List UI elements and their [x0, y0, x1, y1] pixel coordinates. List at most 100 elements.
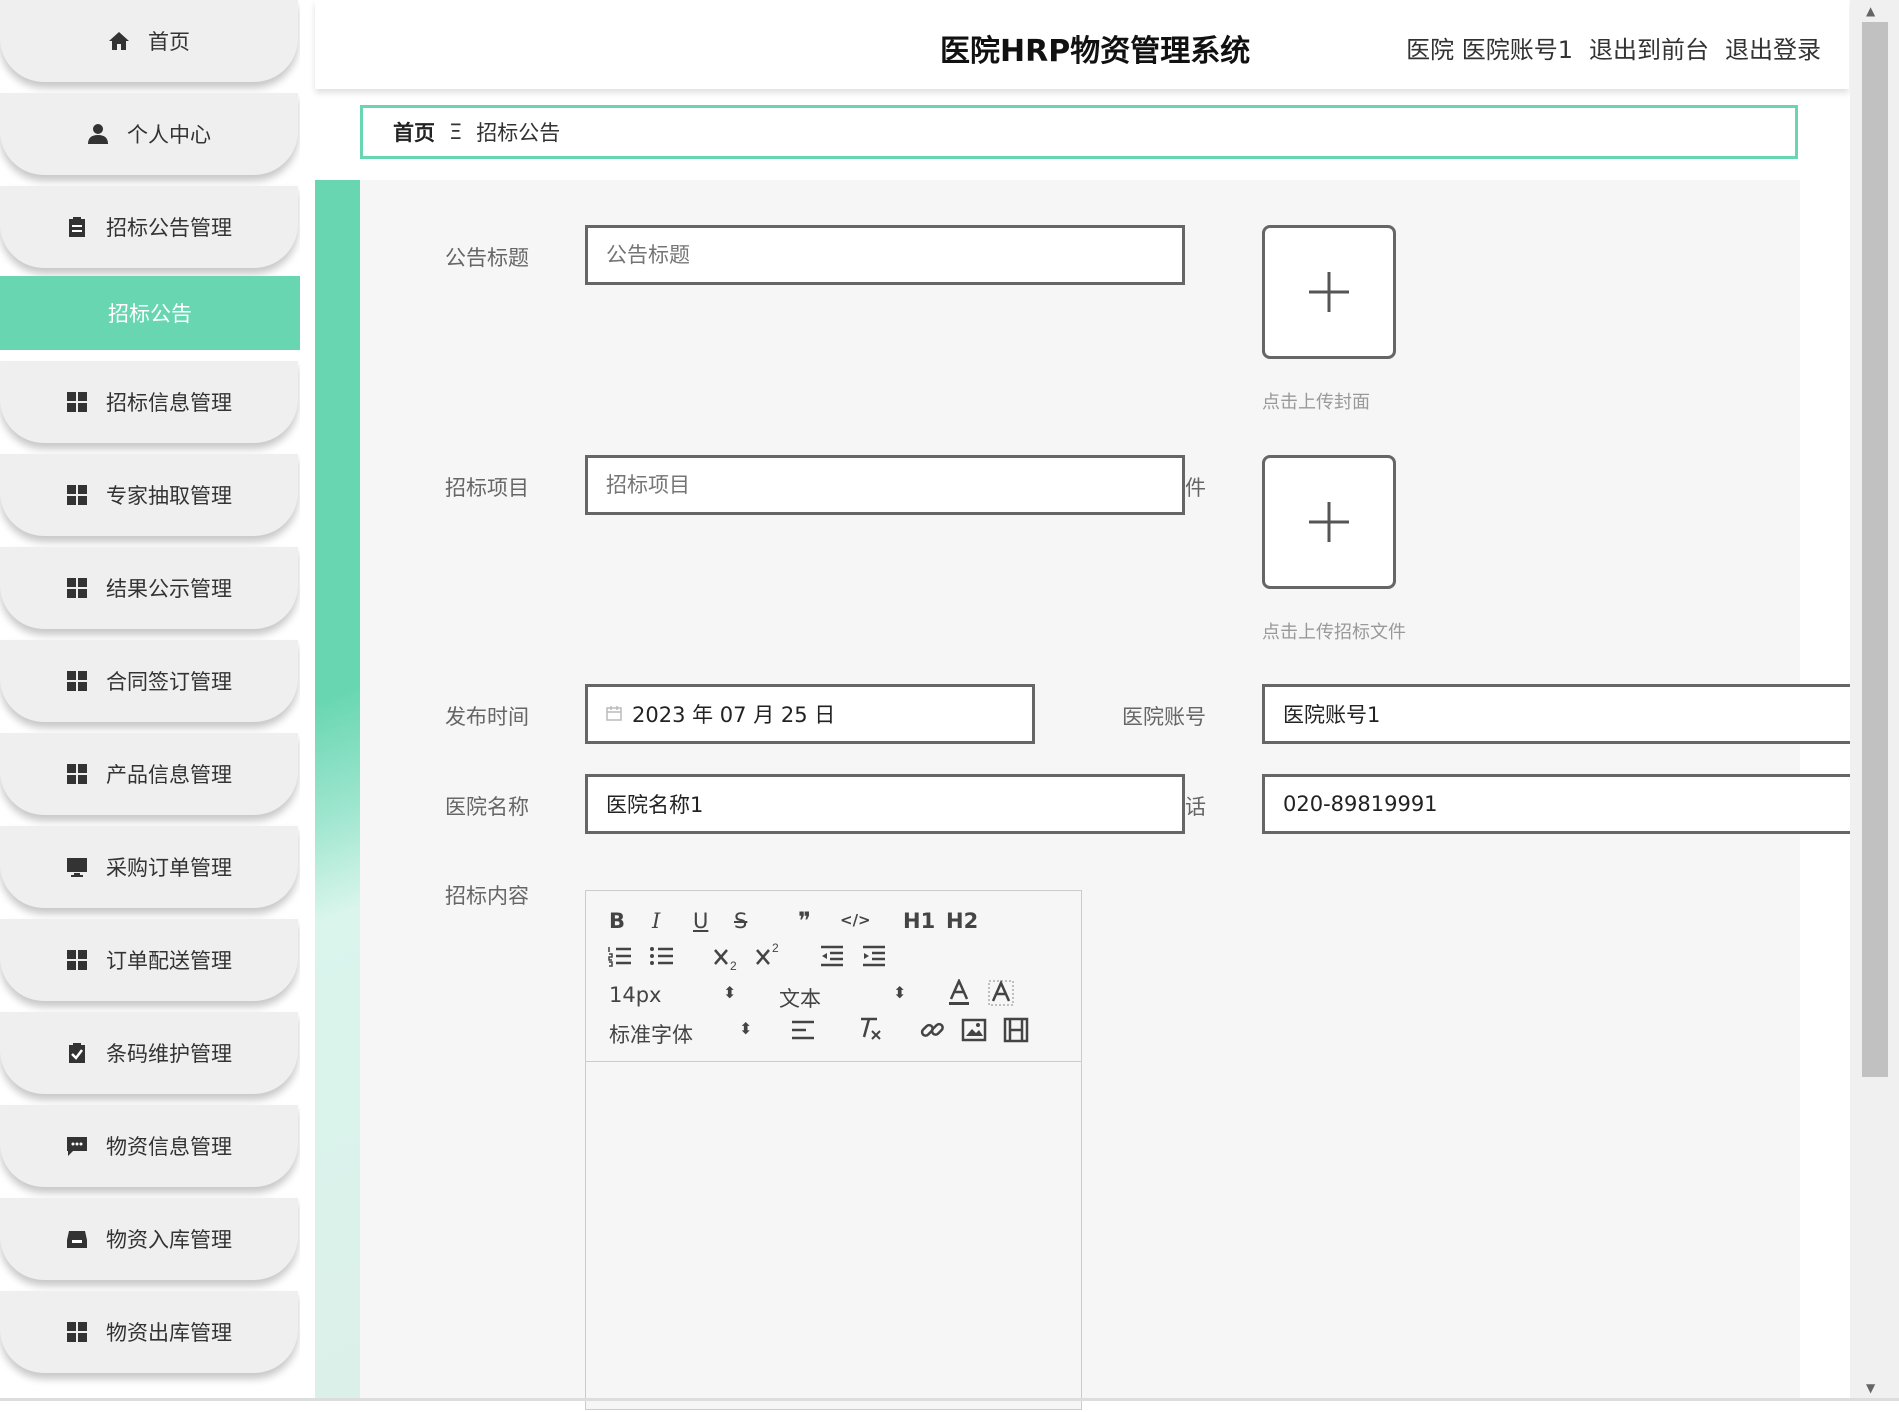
monitor-icon [66, 856, 88, 878]
chevron-updown-icon: ⬍ [723, 983, 737, 1002]
video-icon[interactable] [1003, 1017, 1029, 1048]
font-family-select[interactable]: 标准字体 [609, 1019, 693, 1049]
grid-icon [66, 949, 88, 971]
editor-text-area[interactable] [586, 1062, 1081, 1412]
user-icon [87, 123, 109, 145]
svg-text:2: 2 [772, 941, 779, 955]
sidebar-item-home[interactable]: 首页 [0, 0, 298, 82]
font-size-select[interactable]: 14px [609, 983, 661, 1007]
title-label: 公告标题 [445, 246, 529, 270]
grid-icon [66, 670, 88, 692]
font-color-icon[interactable] [946, 977, 972, 1012]
link-icon[interactable] [919, 1017, 945, 1048]
publish-time-label: 发布时间 [445, 705, 529, 729]
ordered-list-icon[interactable] [607, 945, 633, 972]
indent-icon[interactable] [861, 945, 887, 972]
title-input[interactable] [585, 225, 1185, 285]
breadcrumb-current: 招标公告 [476, 121, 561, 145]
hospital-account-input[interactable]: 医院账号1 [1262, 684, 1862, 744]
sidebar-item-contract[interactable]: 合同签订管理 [0, 640, 298, 722]
publish-time-value: 2023 年 07 月 25 日 [632, 703, 836, 727]
svg-text:2: 2 [730, 959, 737, 971]
breadcrumb-separator: Ξ [449, 120, 463, 144]
phone-label: 话 [1185, 795, 1206, 819]
chevron-updown-icon: ⬍ [893, 983, 907, 1002]
bullet-list-icon[interactable] [649, 945, 675, 972]
sidebar-item-expert[interactable]: 专家抽取管理 [0, 454, 298, 536]
sidebar-item-material[interactable]: 物资信息管理 [0, 1105, 298, 1187]
sidebar-item-label: 订单配送管理 [106, 949, 232, 973]
sidebar-item-product[interactable]: 产品信息管理 [0, 733, 298, 815]
project-suffix: 件 [1185, 476, 1206, 500]
hospital-account-label: 医院账号 [1122, 705, 1206, 729]
sidebar-item-bid-info[interactable]: 招标信息管理 [0, 361, 298, 443]
grid-icon [66, 1321, 88, 1343]
sidebar: 首页 个人中心 招标公告管理 招标公告 招标信息管理 专家抽取管理 结果公示管理… [0, 0, 300, 1401]
grid-icon [66, 484, 88, 506]
code-button[interactable]: </> [840, 911, 871, 929]
bold-button[interactable]: B [609, 909, 625, 933]
sidebar-item-stock-in[interactable]: 物资入库管理 [0, 1198, 298, 1280]
outdent-icon[interactable] [819, 945, 845, 972]
home-icon [108, 30, 130, 52]
sidebar-item-barcode[interactable]: 条码维护管理 [0, 1012, 298, 1094]
clear-format-icon[interactable] [856, 1015, 884, 1048]
header-links: 医院 医院账号1 退出到前台 退出登录 [1406, 30, 1821, 65]
project-input[interactable] [585, 455, 1185, 515]
hospital-name-input[interactable]: 医院名称1 [585, 774, 1185, 834]
scrollbar-thumb[interactable] [1862, 22, 1888, 1077]
grid-icon [66, 577, 88, 599]
sidebar-item-label: 招标信息管理 [106, 391, 232, 415]
h1-button[interactable]: H1 [903, 909, 935, 933]
sidebar-item-label: 结果公示管理 [106, 577, 232, 601]
background-color-icon[interactable] [988, 979, 1014, 1012]
plus-icon [1309, 502, 1349, 542]
sidebar-item-label: 物资出库管理 [106, 1321, 232, 1345]
sidebar-item-label: 合同签订管理 [106, 670, 232, 694]
to-front-link[interactable]: 退出到前台 [1589, 30, 1709, 65]
sidebar-item-profile[interactable]: 个人中心 [0, 93, 298, 175]
chat-icon [66, 1135, 88, 1157]
publish-time-input[interactable]: 2023 年 07 月 25 日 [585, 684, 1035, 744]
phone-input[interactable]: 020-89819991 [1262, 774, 1862, 834]
cover-upload[interactable] [1262, 225, 1396, 359]
calendar-icon [606, 702, 622, 726]
sidebar-item-label: 首页 [148, 30, 190, 54]
scroll-up-icon[interactable]: ▲ [1866, 4, 1875, 18]
header-select[interactable]: 文本 [779, 983, 821, 1013]
sidebar-item-result[interactable]: 结果公示管理 [0, 547, 298, 629]
user-role: 医院 医院账号1 [1406, 36, 1573, 64]
superscript-icon[interactable]: 2 [754, 941, 782, 974]
h2-button[interactable]: H2 [946, 909, 978, 933]
scroll-down-icon[interactable]: ▼ [1866, 1381, 1875, 1395]
sidebar-item-label: 专家抽取管理 [106, 484, 232, 508]
sidebar-item-label: 物资信息管理 [106, 1135, 232, 1159]
file-upload-hint: 点击上传招标文件 [1262, 622, 1406, 643]
subscript-icon[interactable]: 2 [712, 943, 740, 976]
underline-button[interactable]: U [693, 909, 708, 933]
logout-link[interactable]: 退出登录 [1725, 30, 1821, 65]
sidebar-subitem-label: 招标公告 [108, 302, 192, 326]
clipboard-icon [66, 216, 88, 238]
sidebar-item-notice-mgmt[interactable]: 招标公告管理 [0, 186, 298, 268]
plus-icon [1309, 272, 1349, 312]
breadcrumb: 首页 Ξ 招标公告 [360, 105, 1798, 159]
clipboard-check-icon [66, 1042, 88, 1064]
breadcrumb-home[interactable]: 首页 [393, 117, 435, 147]
align-icon[interactable] [790, 1019, 816, 1046]
sidebar-subitem-notice[interactable]: 招标公告 [0, 276, 300, 350]
project-label: 招标项目 [445, 476, 529, 500]
quote-button[interactable]: ❞ [798, 907, 811, 935]
chevron-updown-icon: ⬍ [739, 1019, 753, 1038]
strike-button[interactable]: S [734, 909, 747, 933]
vertical-scrollbar[interactable]: ▲ ▼ [1850, 0, 1899, 1401]
image-icon[interactable] [961, 1017, 987, 1048]
file-upload[interactable] [1262, 455, 1396, 589]
italic-button[interactable]: I [652, 909, 660, 933]
sidebar-item-stock-out[interactable]: 物资出库管理 [0, 1291, 298, 1373]
grid-icon [66, 391, 88, 413]
decorative-strip [315, 180, 360, 1401]
sidebar-item-purchase[interactable]: 采购订单管理 [0, 826, 298, 908]
hospital-name-label: 医院名称 [445, 795, 529, 819]
sidebar-item-delivery[interactable]: 订单配送管理 [0, 919, 298, 1001]
